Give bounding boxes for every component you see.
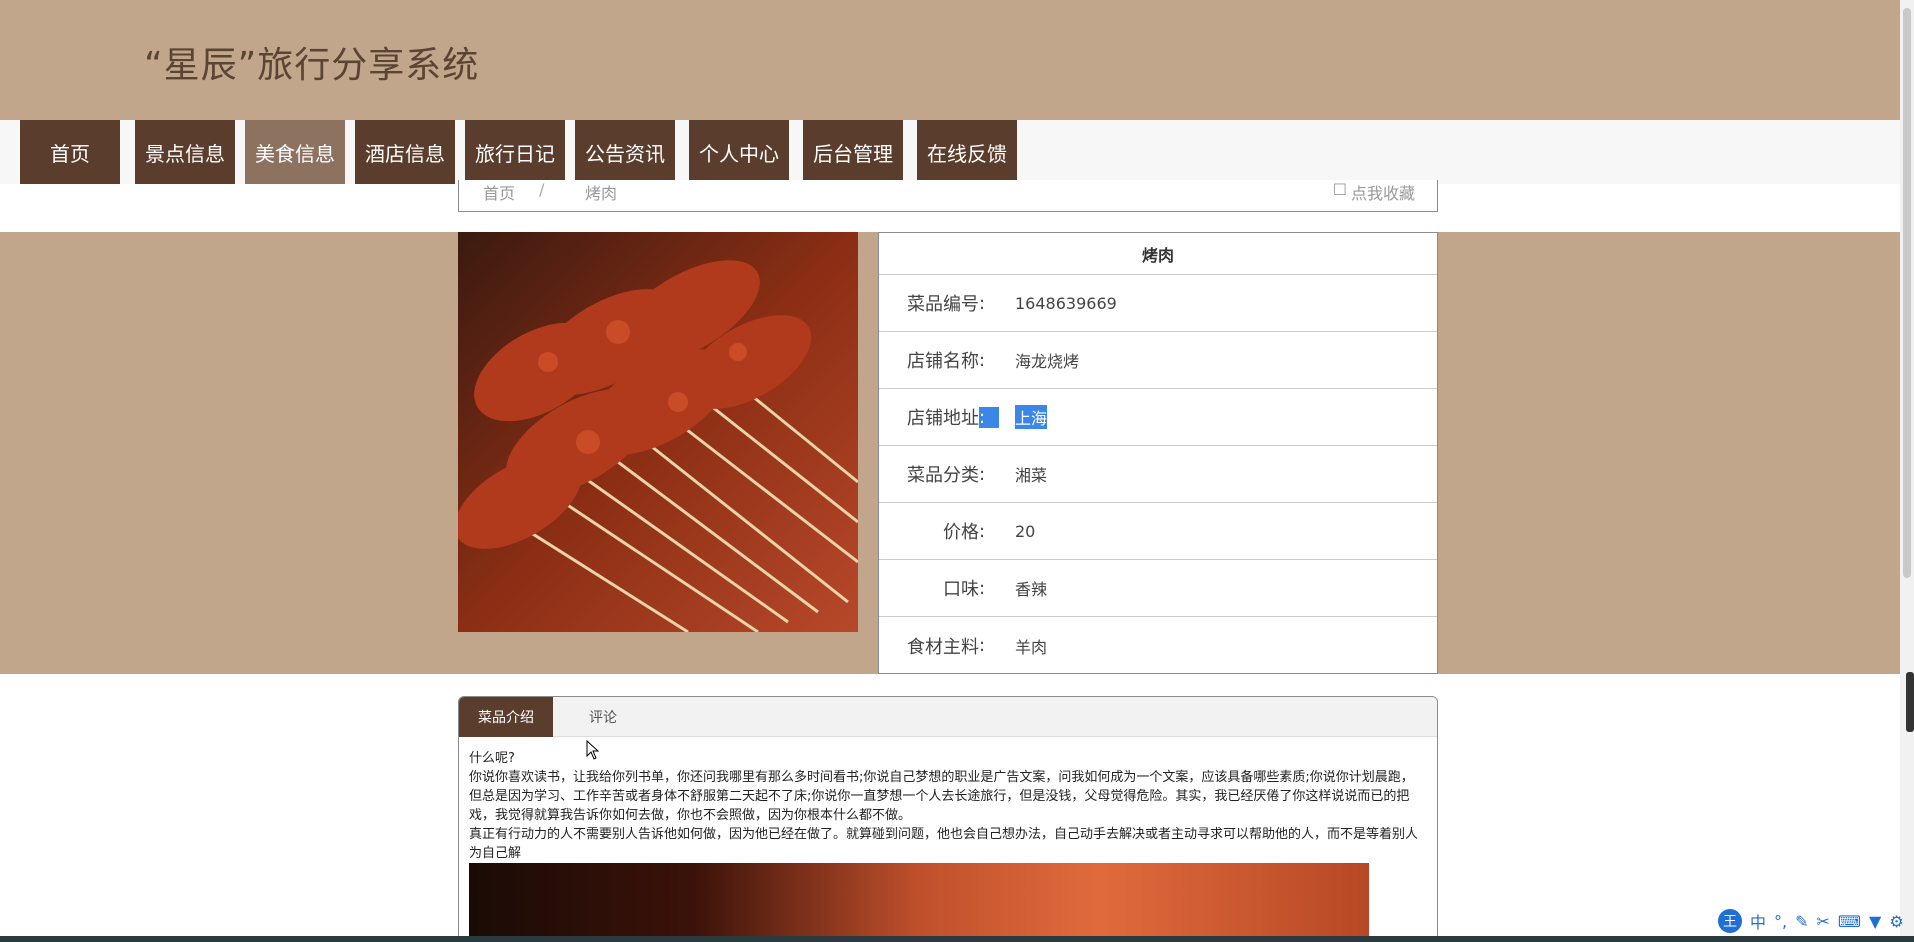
food-tabs-panel: 菜品介绍 评论 什么呢? 你说你喜欢读书，让我给你列书单，你还问我哪里有那么多时… [458,696,1438,942]
nav-item-attractions[interactable]: 景点信息 [135,120,235,184]
breadcrumb: 首页 / 烤肉 ☐ 点我收藏 [458,180,1438,212]
breadcrumb-separator: / [539,180,545,199]
detail-value: 香辣 [1015,580,1048,599]
detail-value: 海龙烧烤 [1015,352,1080,371]
detail-row-ingredient: 食材主料 : 羊肉 [879,617,1437,674]
detail-colon: : [979,635,986,656]
mouse-cursor-icon [586,740,600,760]
detail-row-address: 店铺地址 : 上海 [879,389,1437,446]
detail-label: 店铺地址 [907,408,979,429]
collect-label: 点我收藏 [1350,184,1415,203]
bookmark-icon: ☐ [1332,180,1347,199]
detail-label: 食材主料 [907,636,979,658]
nav-item-profile[interactable]: 个人中心 [689,120,789,184]
nav-item-hotels[interactable]: 酒店信息 [355,120,455,184]
content-paragraph: 你说你喜欢读书，让我给你列书单，你还问我哪里有那么多时间看书;你说自己梦想的职业… [469,770,1414,823]
breadcrumb-home[interactable]: 首页 [483,180,515,204]
detail-label: 菜品编号 [907,294,979,315]
nav-item-diary[interactable]: 旅行日记 [465,120,565,184]
ime-toolbar: 王 中 °, ✎ ✂ ⌨ ▼ ⚙ [1718,906,1914,936]
detail-label: 店铺名称 [907,351,979,372]
content-image [469,863,1369,942]
detail-row-shop: 店铺名称 : 海龙烧烤 [879,332,1437,389]
detail-row-code: 菜品编号 : 1648639669 [879,275,1437,332]
ime-logo-icon[interactable]: 王 [1718,909,1742,933]
keyboard-icon[interactable]: ⌨ [1838,912,1861,931]
detail-colon: : [979,349,986,371]
introduction-content: 什么呢? 你说你喜欢读书，让我给你列书单，你还问我哪里有那么多时间看书;你说自己… [469,749,1425,863]
scrollbar-thumb[interactable] [1903,8,1911,578]
detail-colon: : [979,463,986,485]
detail-value: 羊肉 [1015,637,1048,657]
detail-value: 20 [1015,521,1036,541]
detail-colon: : [979,520,986,542]
side-handle[interactable] [1906,672,1914,732]
detail-row-category: 菜品分类 : 湘菜 [879,446,1437,503]
nav-item-food[interactable]: 美食信息 [245,120,345,184]
gear-icon[interactable]: ⚙ [1889,912,1903,931]
tab-comments[interactable]: 评论 [553,697,653,737]
nav-item-admin[interactable]: 后台管理 [803,120,903,184]
food-detail-table: 烤肉 菜品编号 : 1648639669 店铺名称 : 海龙烧烤 店铺地址 : … [878,232,1438,674]
nav-item-home[interactable]: 首页 [20,120,120,184]
collect-button[interactable]: ☐ 点我收藏 [1333,180,1415,204]
nav-item-news[interactable]: 公告资讯 [575,120,675,184]
food-title: 烤肉 [879,233,1437,275]
detail-label: 菜品分类 [907,465,979,486]
food-image [458,232,858,632]
pen-icon[interactable]: ✎ [1795,912,1808,931]
detail-colon: : [979,577,986,599]
scissors-icon[interactable]: ✂ [1817,912,1830,931]
content-paragraph: 什么呢? [469,751,515,766]
content-paragraph: 真正有行动力的人不需要别人告诉他如何做，因为他已经在做了。就算碰到问题，他也会自… [469,827,1419,861]
detail-colon: : [979,292,986,314]
detail-row-price: 价格 : 20 [879,503,1437,560]
shirt-icon[interactable]: ▼ [1869,912,1881,931]
detail-row-taste: 口味 : 香辣 [879,560,1437,617]
site-title: “星辰”旅行分享系统 [144,45,480,86]
tab-introduction[interactable]: 菜品介绍 [459,697,553,737]
breadcrumb-current: 烤肉 [585,184,618,203]
detail-value: 上海 [1015,405,1048,429]
ime-mode[interactable]: 中 [1750,909,1766,933]
ime-punctuation[interactable]: °, [1774,912,1787,931]
detail-label: 价格 [943,522,979,543]
nav-item-feedback[interactable]: 在线反馈 [917,120,1017,184]
detail-label: 口味 [943,579,979,600]
site-header: “星辰”旅行分享系统 [0,0,1900,120]
taskbar [0,936,1914,942]
detail-value: 湘菜 [1015,466,1048,485]
tabs-header: 菜品介绍 评论 [459,697,1437,737]
detail-value: 1648639669 [1015,293,1117,313]
detail-colon: : [979,406,999,428]
